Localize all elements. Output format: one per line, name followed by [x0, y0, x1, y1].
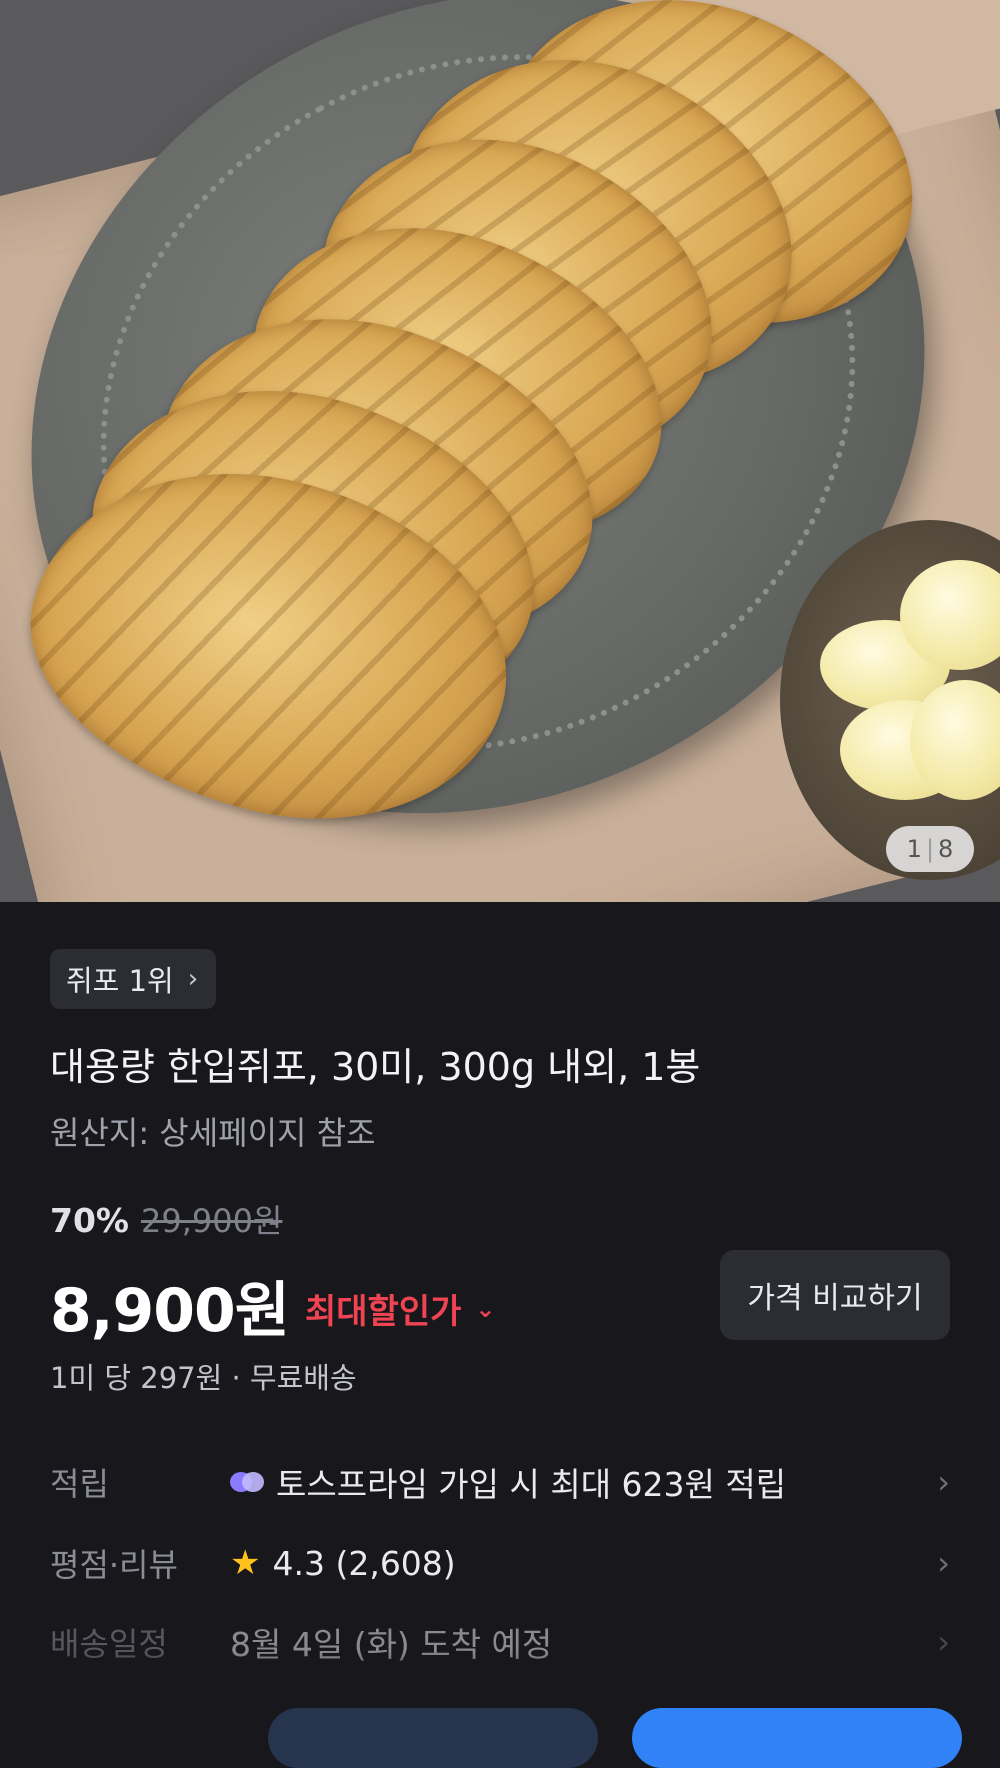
buy-button[interactable] [632, 1708, 962, 1768]
points-row[interactable]: 적립 토스프라임 가입 시 최대 623원 적립 › [50, 1452, 950, 1512]
points-label: 적립 [50, 1465, 109, 1503]
rating-value-wrap: ★ 4.3 (2,608) [230, 1543, 920, 1583]
image-counter-separator: | [925, 835, 935, 863]
ranking-chip[interactable]: 쥐포 1위 › [50, 949, 217, 1009]
sale-price: 8,900원 [50, 1276, 290, 1346]
discount-row: 70% 29,900원 [50, 1196, 282, 1242]
product-origin: 원산지: 상세페이지 참조 [50, 1114, 376, 1152]
points-value: 토스프라임 가입 시 최대 623원 적립 [276, 1465, 787, 1504]
toss-prime-icon [230, 1470, 264, 1494]
image-counter: 1 | 8 [886, 826, 974, 872]
chevron-right-icon: › [187, 964, 199, 994]
product-image[interactable]: 1 | 8 [0, 0, 1000, 902]
chevron-down-icon: ⌄ [475, 1294, 496, 1323]
ranking-chip-label: 쥐포 1위 [66, 964, 174, 998]
rating-value: 4.3 (2,608) [272, 1543, 456, 1583]
rating-label: 평점·리뷰 [50, 1546, 178, 1584]
star-icon: ★ [230, 1543, 261, 1583]
product-title: 대용량 한입쥐포, 30미, 300g 내외, 1봉 [50, 1045, 701, 1089]
points-value-wrap: 토스프라임 가입 시 최대 623원 적립 [230, 1458, 920, 1506]
image-counter-current: 1 [906, 835, 922, 863]
image-counter-total: 8 [938, 835, 954, 863]
unit-price-shipping: 1미 당 297원 · 무료배송 [50, 1361, 357, 1395]
max-discount-label: 최대할인가 [305, 1292, 462, 1332]
chevron-right-icon: › [937, 1544, 950, 1582]
price-compare-button[interactable]: 가격 비교하기 [720, 1250, 950, 1340]
cart-button[interactable] [268, 1708, 598, 1768]
max-discount-toggle[interactable]: 최대할인가 ⌄ [305, 1284, 496, 1333]
original-price: 29,900원 [141, 1202, 283, 1240]
chevron-right-icon: › [937, 1463, 950, 1501]
price-row: 8,900원 최대할인가 ⌄ [50, 1262, 496, 1349]
discount-rate: 70% [50, 1201, 129, 1240]
rating-review-row[interactable]: 평점·리뷰 ★ 4.3 (2,608) › [50, 1533, 950, 1593]
